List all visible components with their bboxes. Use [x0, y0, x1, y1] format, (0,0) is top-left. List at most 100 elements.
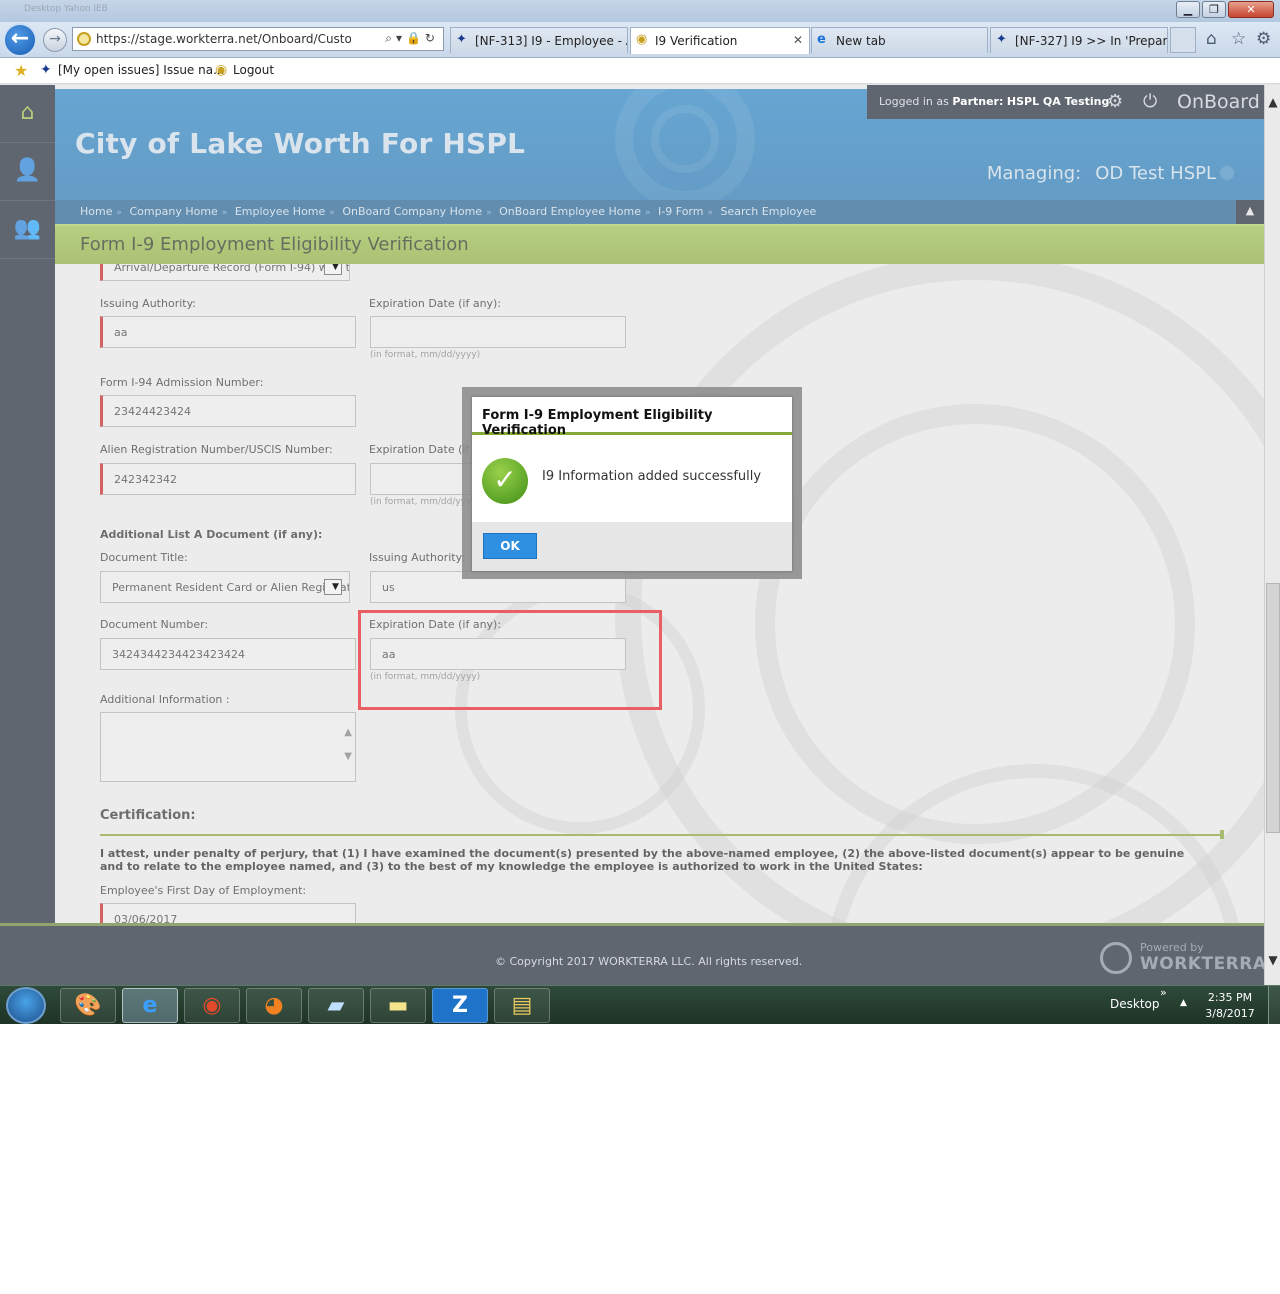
ok-button[interactable]: OK	[483, 533, 537, 559]
scroll-up-icon[interactable]: ▲	[344, 727, 352, 738]
collapse-header-button[interactable]: ▲	[1236, 200, 1264, 224]
chrome-icon[interactable]: ◉	[184, 988, 240, 1023]
tab-title: [NF-313] I9 - Employee - A...	[475, 34, 627, 48]
nav-users-icon[interactable]: 👥	[0, 201, 55, 259]
breadcrumb-i9-form[interactable]: I-9 Form	[658, 205, 703, 218]
chevron-down-icon: ▼	[332, 582, 339, 592]
show-desktop-button[interactable]	[1268, 986, 1280, 1024]
favorite-logout[interactable]: ◉ Logout	[215, 62, 275, 78]
firefox-icon[interactable]: ◕	[246, 988, 302, 1023]
favorites-add-icon[interactable]: ★	[14, 61, 28, 80]
scroll-down-icon[interactable]: ▼	[344, 751, 352, 762]
gear-icon[interactable]: ⚙	[1107, 91, 1123, 112]
page-scrollbar[interactable]: ▲ ▼	[1264, 85, 1280, 985]
file-explorer-icon[interactable]: ▤	[494, 988, 550, 1023]
window-title: Desktop Yahoo IEB	[24, 4, 108, 14]
tab-i9-verification[interactable]: ◉ I9 Verification ✕	[630, 27, 810, 54]
issuing-authority-label: Issuing Authority:	[369, 551, 466, 564]
breadcrumb-employee-home[interactable]: Employee Home	[235, 205, 325, 218]
minimize-button[interactable]: ▁	[1176, 1, 1200, 18]
nav-user-icon[interactable]: 👤	[0, 143, 55, 201]
document-number-input[interactable]: 3424344234423423424	[100, 638, 356, 670]
top-right-bar: Logged in as Partner: HSPL QA Testing ⚙ …	[867, 85, 1264, 119]
alien-number-input[interactable]: 242342342	[100, 463, 356, 495]
document-select[interactable]: Arrival/Departure Record (Form I-94) wit…	[100, 264, 350, 281]
system-clock[interactable]: 2:35 PM 3/8/2017	[1202, 990, 1258, 1022]
back-button[interactable]: ←	[3, 23, 37, 57]
info-icon[interactable]	[1220, 166, 1234, 180]
document-number-value: 3424344234423423424	[112, 648, 245, 661]
clock-time: 2:35 PM	[1207, 991, 1253, 1004]
additional-info-textarea[interactable]: ▲ ▼	[100, 712, 356, 782]
tab-close-icon[interactable]: ✕	[793, 33, 803, 47]
chevron-down-icon: ▼	[332, 264, 339, 272]
z-app-icon[interactable]: Z	[432, 988, 488, 1023]
ie-icon[interactable]: e	[122, 988, 178, 1023]
favorite-label: [My open issues] Issue na...	[58, 63, 225, 77]
tab-nf-313[interactable]: ✦ [NF-313] I9 - Employee - A...	[450, 27, 628, 53]
first-day-label: Employee's First Day of Employment:	[100, 884, 307, 897]
date-format-hint: (in format, mm/dd/yyyy)	[370, 350, 481, 360]
tray-expand-icon[interactable]: ▲	[1180, 998, 1187, 1008]
window-title-bar: Desktop Yahoo IEB ▁ ❐ ✕	[0, 0, 1280, 22]
i94-number-input[interactable]: 23424423424	[100, 395, 356, 427]
highlight-annotation	[358, 610, 662, 710]
ie-icon: e	[817, 32, 826, 47]
clock-date: 3/8/2017	[1205, 1007, 1255, 1020]
first-day-input[interactable]: 03/06/2017	[100, 903, 356, 924]
tab-title: New tab	[836, 34, 886, 48]
issuing-authority-input[interactable]: aa	[100, 316, 356, 348]
managing-info: Managing: OD Test HSPL	[987, 163, 1216, 184]
desktop-toolbar-label[interactable]: Desktop	[1110, 997, 1160, 1011]
tab-title: I9 Verification	[655, 34, 738, 48]
expiration-date-input[interactable]	[370, 316, 626, 348]
tab-new-tab[interactable]: e New tab	[811, 27, 988, 53]
notepad-icon[interactable]: ▰	[308, 988, 364, 1023]
close-window-button[interactable]: ✕	[1228, 1, 1274, 18]
alien-number-label: Alien Registration Number/USCIS Number:	[100, 443, 333, 456]
restore-button[interactable]: ❐	[1202, 1, 1226, 18]
paint-icon[interactable]: 🎨	[60, 988, 116, 1023]
site-icon	[77, 32, 91, 46]
powered-by-label: Powered by	[1140, 941, 1204, 954]
favorites-bar: ★ ✦ [My open issues] Issue na... ◉ Logou…	[0, 58, 1280, 84]
login-prefix: Logged in as	[879, 95, 949, 108]
settings-gear-icon[interactable]: ⚙	[1256, 29, 1271, 49]
brand-onboard: OnBoard	[1177, 91, 1260, 113]
breadcrumb-onboard-company-home[interactable]: OnBoard Company Home	[342, 205, 482, 218]
managing-value[interactable]: OD Test HSPL	[1095, 163, 1216, 184]
favorite-label: Logout	[233, 63, 275, 77]
scroll-down-icon[interactable]: ▼	[1265, 953, 1280, 969]
breadcrumb-home[interactable]: Home	[80, 205, 112, 218]
document-title-select[interactable]: Permanent Resident Card or Alien Registr…	[100, 571, 350, 603]
login-info: Logged in as Partner: HSPL QA Testing	[879, 95, 1109, 108]
home-icon[interactable]: ⌂	[1206, 29, 1217, 49]
breadcrumb-company-home[interactable]: Company Home	[130, 205, 218, 218]
breadcrumb-onboard-employee-home[interactable]: OnBoard Employee Home	[499, 205, 641, 218]
start-button[interactable]	[6, 987, 46, 1024]
toolbar-chevron-icon[interactable]: »	[1160, 986, 1167, 999]
document-title-label: Document Title:	[100, 551, 188, 564]
address-url[interactable]: https://stage.workterra.net/Onboard/Cust…	[96, 32, 351, 46]
favorites-star-icon[interactable]: ☆	[1231, 29, 1246, 49]
managing-label: Managing:	[986, 163, 1082, 184]
power-icon[interactable]: ⏻	[1143, 91, 1157, 112]
scrollbar-thumb[interactable]	[1266, 583, 1280, 833]
breadcrumb-search-employee[interactable]: Search Employee	[720, 205, 816, 218]
forward-button[interactable]: →	[43, 28, 67, 52]
document-title-value: Permanent Resident Card or Alien Registr…	[112, 581, 350, 594]
app-footer: © Copyright 2017 WORKTERRA LLC. All righ…	[0, 923, 1264, 985]
i94-number-label: Form I-94 Admission Number:	[100, 376, 264, 389]
address-bar[interactable]: https://stage.workterra.net/Onboard/Cust…	[72, 27, 444, 51]
sticky-notes-icon[interactable]: ▬	[370, 988, 426, 1023]
new-tab-button[interactable]	[1170, 27, 1196, 53]
scroll-up-icon[interactable]: ▲	[1265, 95, 1280, 111]
dialog-title: Form I-9 Employment Eligibility Verifica…	[472, 397, 792, 438]
nav-home-icon[interactable]: ⌂	[0, 85, 55, 143]
jira-icon: ✦	[40, 62, 52, 78]
page-title-bar: Form I-9 Employment Eligibility Verifica…	[55, 224, 1264, 264]
address-tools-icon[interactable]: ⌕▾🔒↻	[385, 31, 439, 46]
tab-nf-327[interactable]: ✦ [NF-327] I9 >> In 'Preparer ...	[990, 27, 1168, 53]
site-icon: ◉	[636, 32, 648, 47]
favorite-my-open-issues[interactable]: ✦ [My open issues] Issue na...	[40, 62, 225, 78]
